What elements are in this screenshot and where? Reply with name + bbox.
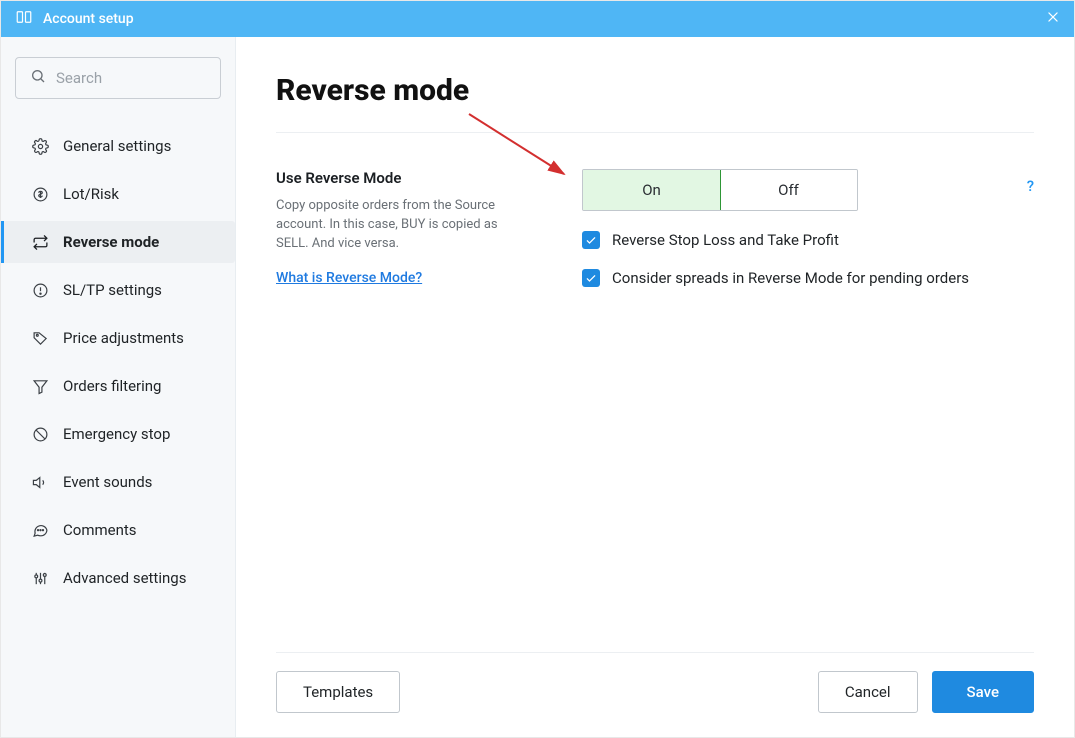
field-description: Use Reverse Mode Copy opposite orders fr… [276, 169, 552, 287]
checkbox-label: Consider spreads in Reverse Mode for pen… [612, 269, 969, 287]
alert-circle-icon [31, 282, 49, 299]
save-button[interactable]: Save [932, 671, 1034, 713]
close-icon[interactable] [1046, 10, 1060, 28]
sidebar-item-label: Advanced settings [63, 569, 186, 587]
sidebar-item-label: Orders filtering [63, 377, 161, 395]
what-is-link[interactable]: What is Reverse Mode? [276, 270, 422, 286]
dollar-circle-icon [31, 186, 49, 203]
filter-icon [31, 378, 49, 395]
page-title: Reverse mode [276, 73, 1034, 108]
field-label: Use Reverse Mode [276, 169, 552, 187]
cancel-button[interactable]: Cancel [818, 671, 918, 713]
main: Reverse mode Use Reverse Mode Copy oppo [236, 37, 1074, 737]
titlebar-title: Account setup [43, 11, 134, 27]
reverse-mode-toggle: On Off [582, 169, 858, 211]
toggle-on-button[interactable]: On [582, 169, 721, 211]
nav: General settings Lot/Risk Reverse mode S… [15, 125, 221, 599]
app-window: Account setup General settings [0, 0, 1075, 738]
sidebar-item-label: SL/TP settings [63, 281, 162, 299]
field-row: Use Reverse Mode Copy opposite orders fr… [276, 169, 1034, 287]
checkbox-icon[interactable] [582, 269, 600, 287]
sidebar-item-label: Event sounds [63, 473, 152, 491]
repeat-icon [31, 234, 49, 251]
field-help-text: Copy opposite orders from the Source acc… [276, 197, 526, 254]
sidebar-item-general-settings[interactable]: General settings [1, 125, 235, 167]
sidebar-item-label: Price adjustments [63, 329, 184, 347]
footer-actions: Cancel Save [818, 671, 1034, 713]
checkbox-label: Reverse Stop Loss and Take Profit [612, 231, 839, 249]
titlebar: Account setup [1, 1, 1074, 37]
search-input[interactable] [56, 69, 206, 87]
sidebar-item-advanced-settings[interactable]: Advanced settings [1, 557, 235, 599]
toggle-off-button[interactable]: Off [720, 170, 857, 210]
footer: Templates Cancel Save [276, 652, 1034, 737]
templates-button[interactable]: Templates [276, 671, 400, 713]
body: General settings Lot/Risk Reverse mode S… [1, 37, 1074, 737]
checkbox-reverse-sltp[interactable]: Reverse Stop Loss and Take Profit [582, 231, 1034, 249]
app-logo-icon [15, 8, 33, 30]
search-input-wrap[interactable] [15, 57, 221, 99]
sidebar-item-event-sounds[interactable]: Event sounds [1, 461, 235, 503]
sidebar-item-label: General settings [63, 137, 171, 155]
checkbox-icon[interactable] [582, 231, 600, 249]
sidebar-item-price-adjustments[interactable]: Price adjustments [1, 317, 235, 359]
stop-circle-icon [31, 426, 49, 443]
sidebar-item-lot-risk[interactable]: Lot/Risk [1, 173, 235, 215]
search-icon [30, 68, 46, 88]
sidebar-item-reverse-mode[interactable]: Reverse mode [1, 221, 235, 263]
sidebar-item-sltp-settings[interactable]: SL/TP settings [1, 269, 235, 311]
sidebar-item-emergency-stop[interactable]: Emergency stop [1, 413, 235, 455]
sliders-icon [31, 570, 49, 587]
help-icon[interactable]: ? [1027, 177, 1034, 195]
checkbox-consider-spreads[interactable]: Consider spreads in Reverse Mode for pen… [582, 269, 1034, 287]
divider [276, 132, 1034, 133]
sidebar-item-orders-filtering[interactable]: Orders filtering [1, 365, 235, 407]
sidebar-item-label: Emergency stop [63, 425, 170, 443]
titlebar-left: Account setup [15, 8, 134, 30]
sidebar: General settings Lot/Risk Reverse mode S… [1, 37, 236, 737]
sidebar-item-comments[interactable]: Comments [1, 509, 235, 551]
gear-icon [31, 138, 49, 155]
volume-icon [31, 474, 49, 491]
comment-icon [31, 522, 49, 539]
field-controls: ? On Off Reverse Stop Loss and Take Prof… [582, 169, 1034, 287]
sidebar-item-label: Comments [63, 521, 137, 539]
content: Use Reverse Mode Copy opposite orders fr… [276, 169, 1034, 287]
sidebar-item-label: Lot/Risk [63, 185, 119, 203]
sidebar-item-label: Reverse mode [63, 233, 159, 251]
tag-icon [31, 330, 49, 347]
